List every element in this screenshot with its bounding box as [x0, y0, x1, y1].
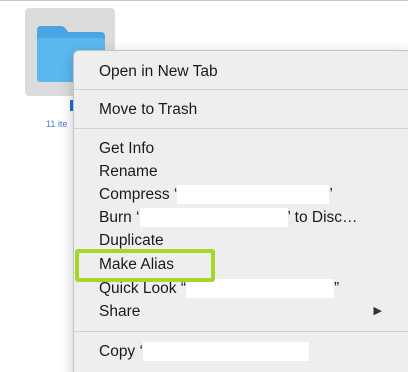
menu-item-share[interactable]: Share	[99, 302, 140, 321]
folder-item-count: 11 ite	[46, 119, 68, 129]
copy-label: Copy ‘	[99, 343, 143, 360]
menu-separator	[74, 128, 408, 129]
redacted-filename	[142, 342, 309, 361]
window-edge	[0, 0, 408, 1]
compress-label: Compress ‘	[99, 186, 178, 203]
compress-quote: ’	[329, 186, 333, 203]
menu-item-get-info[interactable]: Get Info	[99, 139, 154, 158]
burn-label: Burn ‘	[99, 209, 140, 226]
menu-item-rename[interactable]: Rename	[99, 162, 158, 181]
finder-window: 11 ite Open in New Tab Move to Trash Get…	[0, 0, 408, 372]
burn-suffix: ’ to Disc…	[287, 209, 358, 226]
quick-look-label: Quick Look “	[99, 280, 187, 297]
menu-separator	[74, 89, 408, 90]
menu-item-compress[interactable]: Compress ‘ ’	[99, 185, 333, 204]
menu-item-burn[interactable]: Burn ‘ ’ to Disc…	[99, 208, 358, 227]
menu-item-copy[interactable]: Copy ‘	[99, 342, 309, 361]
menu-item-open-new-tab[interactable]: Open in New Tab	[99, 62, 218, 81]
menu-item-move-to-trash[interactable]: Move to Trash	[99, 100, 197, 119]
quick-look-quote: ”	[334, 280, 340, 297]
menu-separator	[74, 331, 408, 332]
menu-item-duplicate[interactable]: Duplicate	[99, 231, 164, 250]
submenu-arrow-icon: ▶	[373, 305, 382, 317]
make-alias-highlight	[75, 249, 215, 282]
context-menu: Open in New Tab Move to Trash Get Info R…	[73, 50, 408, 372]
redacted-filename	[177, 185, 330, 204]
redacted-filename	[139, 208, 288, 227]
